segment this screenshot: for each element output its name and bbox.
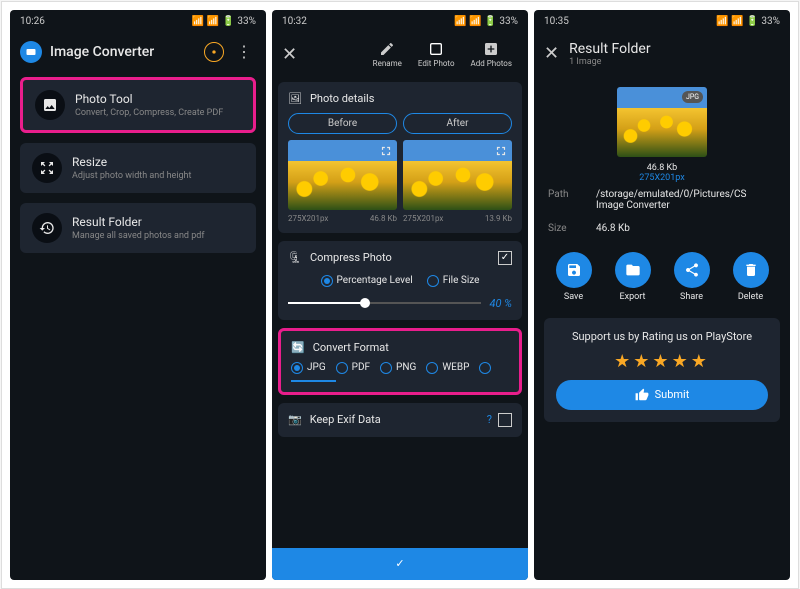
app-logo-icon xyxy=(20,41,42,63)
card-subtitle: Adjust photo width and height xyxy=(72,171,244,181)
exif-icon: 📷 xyxy=(288,413,302,426)
close-button[interactable]: ✕ xyxy=(544,43,559,64)
format-jpg[interactable]: JPG xyxy=(291,362,326,374)
card-title: Photo Tool xyxy=(75,92,241,106)
battery-icon: 🔋 xyxy=(222,16,234,27)
confirm-button[interactable]: ✓ xyxy=(272,548,528,580)
convert-format-section: 🔄Convert Format JPG PDF PNG WEBP xyxy=(278,328,522,395)
after-tab[interactable]: After xyxy=(403,113,512,134)
card-photo-tool[interactable]: Photo Tool Convert, Crop, Compress, Crea… xyxy=(20,77,256,133)
convert-icon: 🔄 xyxy=(291,341,305,354)
result-size: 46.8 Kb xyxy=(544,163,780,173)
result-dimensions: 275X201px xyxy=(544,173,780,183)
status-bar: 10:26 📶 📶🔋33% xyxy=(10,10,266,33)
card-title: Result Folder xyxy=(72,215,244,229)
clock: 10:35 xyxy=(544,16,569,27)
compress-checkbox[interactable] xyxy=(498,251,512,265)
details-icon: 🖼 xyxy=(288,92,302,105)
screen-editor: 10:32 📶 📶 🔋33% ✕ Rename Edit Photo Add P… xyxy=(272,10,528,580)
resize-icon xyxy=(32,153,62,183)
card-subtitle: Convert, Crop, Compress, Create PDF xyxy=(75,108,241,118)
before-thumbnail[interactable] xyxy=(288,140,397,210)
card-resize[interactable]: Resize Adjust photo width and height xyxy=(20,143,256,193)
exif-checkbox[interactable] xyxy=(498,413,512,427)
percentage-radio[interactable]: Percentage Level xyxy=(321,275,413,287)
app-header: Image Converter ⋮ xyxy=(10,33,266,71)
status-icons: 📶 📶🔋33% xyxy=(192,16,256,27)
clock: 10:26 xyxy=(20,16,45,27)
thumbs-up-icon xyxy=(635,388,649,402)
support-card: Support us by Rating us on PlayStore ★★★… xyxy=(544,318,780,422)
screen-home: 10:26 📶 📶🔋33% Image Converter ⋮ Photo To… xyxy=(10,10,266,580)
filesize-radio[interactable]: File Size xyxy=(427,275,480,287)
expand-icon[interactable] xyxy=(379,144,393,158)
status-bar: 10:32 📶 📶 🔋33% xyxy=(272,10,528,33)
format-webp[interactable]: WEBP xyxy=(426,362,469,374)
expand-icon[interactable] xyxy=(494,144,508,158)
delete-button[interactable]: Delete xyxy=(733,252,769,302)
status-bar: 10:35 📶 📶 🔋33% xyxy=(534,10,790,33)
format-more[interactable] xyxy=(479,362,491,374)
compress-icon: 🗜 xyxy=(288,251,302,264)
card-subtitle: Manage all saved photos and pdf xyxy=(72,231,244,241)
photo-details-section: 🖼Photo details Before After 275X201px46.… xyxy=(278,82,522,233)
exif-section: 📷Keep Exif Data ? xyxy=(278,403,522,437)
format-pdf[interactable]: PDF xyxy=(336,362,370,374)
before-tab[interactable]: Before xyxy=(288,113,397,134)
export-button[interactable]: Export xyxy=(615,252,651,302)
menu-button[interactable]: ⋮ xyxy=(232,42,256,61)
size-row: Size 46.8 Kb xyxy=(544,217,780,240)
edit-photo-button[interactable]: Edit Photo xyxy=(412,39,461,70)
page-subtitle: 1 Image xyxy=(569,57,651,67)
compress-section: 🗜Compress Photo Percentage Level File Si… xyxy=(278,241,522,320)
premium-icon[interactable] xyxy=(204,42,224,62)
editor-toolbar: ✕ Rename Edit Photo Add Photos xyxy=(272,33,528,76)
card-result-folder[interactable]: Result Folder Manage all saved photos an… xyxy=(20,203,256,253)
result-header: ✕ Result Folder 1 Image xyxy=(534,33,790,75)
rating-stars[interactable]: ★★★★★ xyxy=(556,351,768,372)
support-text: Support us by Rating us on PlayStore xyxy=(556,330,768,343)
submit-button[interactable]: Submit xyxy=(556,380,768,410)
add-photos-button[interactable]: Add Photos xyxy=(465,39,518,70)
result-thumbnail[interactable]: JPG xyxy=(617,87,707,157)
photo-tool-icon xyxy=(35,90,65,120)
page-title: Result Folder xyxy=(569,41,651,57)
after-thumbnail[interactable] xyxy=(403,140,512,210)
help-icon[interactable]: ? xyxy=(487,413,492,426)
history-icon xyxy=(32,213,62,243)
share-button[interactable]: Share xyxy=(674,252,710,302)
path-row: Path /storage/emulated/0/Pictures/CS Ima… xyxy=(544,183,780,217)
clock: 10:32 xyxy=(282,16,307,27)
format-png[interactable]: PNG xyxy=(380,362,416,374)
close-button[interactable]: ✕ xyxy=(282,44,297,65)
slider-value: 40 % xyxy=(489,297,512,310)
rename-button[interactable]: Rename xyxy=(367,39,408,70)
card-title: Resize xyxy=(72,155,244,169)
app-title: Image Converter xyxy=(50,44,196,60)
save-button[interactable]: Save xyxy=(556,252,592,302)
screen-result: 10:35 📶 📶 🔋33% ✕ Result Folder 1 Image J… xyxy=(534,10,790,580)
format-badge: JPG xyxy=(682,91,703,103)
compress-slider[interactable] xyxy=(288,302,481,304)
